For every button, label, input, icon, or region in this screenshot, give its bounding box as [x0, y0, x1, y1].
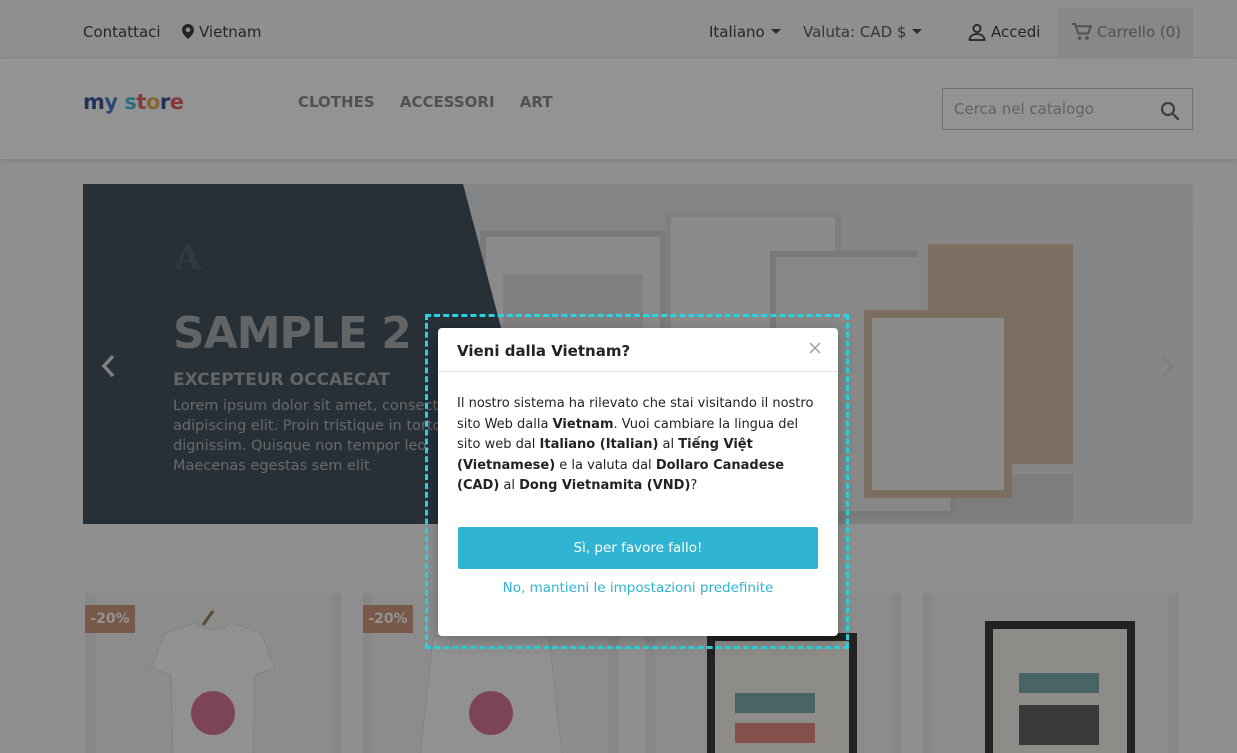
keep-defaults-link[interactable]: No, mantieni le impostazioni predefinite — [458, 580, 818, 596]
geolocation-modal: Vieni dalla Vietnam? Il nostro sistema h… — [438, 328, 838, 636]
country-name: Vietnam — [552, 416, 614, 432]
current-language: Italiano (Italian) — [539, 437, 659, 452]
suggested-currency: Dong Vietnamita (VND) — [519, 478, 691, 493]
message-text: e la valuta dal — [555, 457, 656, 473]
message-text: al — [658, 437, 679, 452]
close-icon[interactable] — [808, 341, 822, 355]
modal-title: Vieni dalla Vietnam? — [457, 342, 631, 360]
modal-message: Il nostro sistema ha rilevato che stai v… — [457, 394, 819, 497]
message-text: ? — [690, 478, 698, 493]
message-text: al — [499, 478, 520, 493]
modal-header: Vieni dalla Vietnam? — [438, 328, 838, 372]
confirm-switch-button[interactable]: Sì, per favore fallo! — [458, 527, 818, 569]
